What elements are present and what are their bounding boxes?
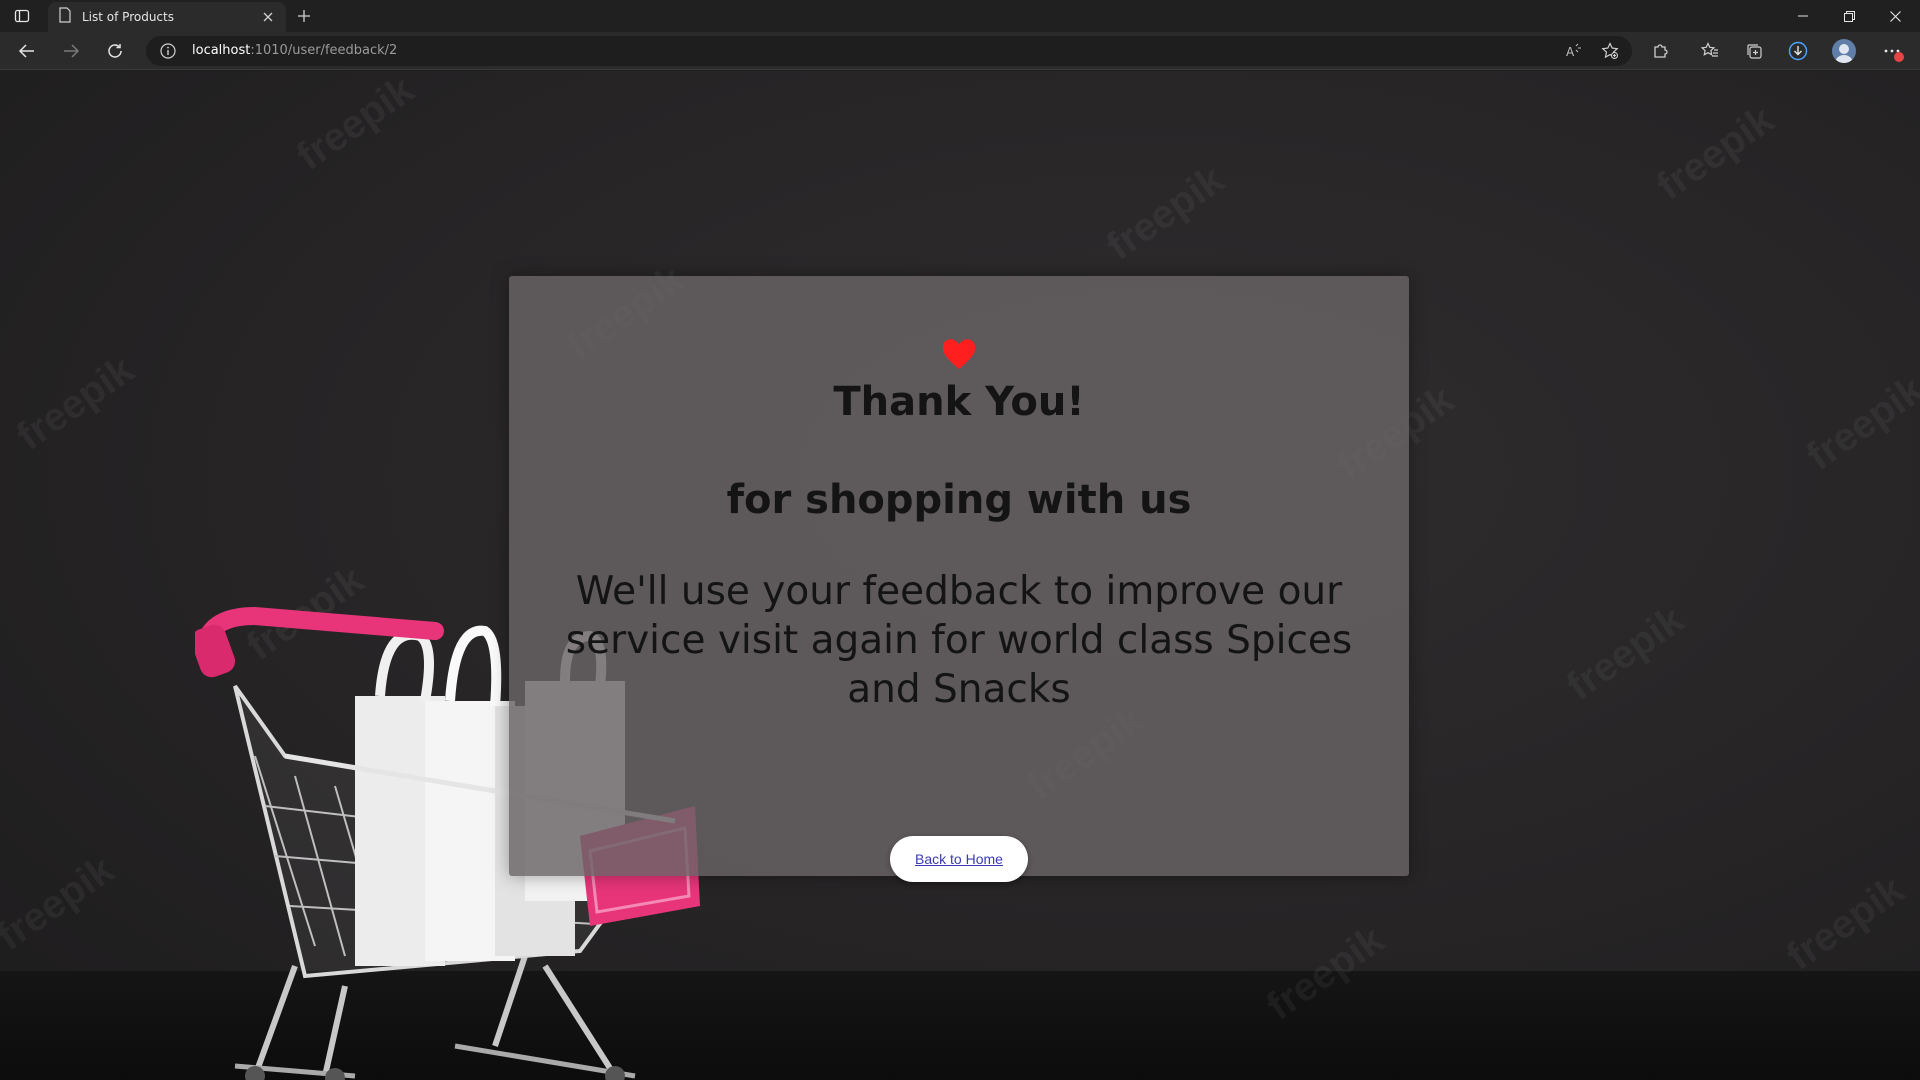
back-to-home-button[interactable]: Back to Home — [890, 836, 1028, 882]
avatar[interactable] — [1832, 39, 1856, 63]
watermark: freepik — [288, 71, 422, 179]
address-bar[interactable]: localhost:1010/user/feedback/2 A — [146, 36, 1632, 66]
heart-icon — [942, 339, 976, 369]
page-viewport: freepik freepik freepik freepik freepik … — [0, 71, 1920, 1080]
watermark: freepik — [1098, 157, 1232, 269]
watermark: freepik — [8, 347, 142, 459]
tab-title: List of Products — [82, 10, 174, 24]
thank-you-card: Thank You! for shopping with us We'll us… — [509, 276, 1409, 882]
feedback-message: We'll use your feedback to improve our s… — [565, 569, 1353, 712]
back-icon[interactable] — [15, 39, 39, 63]
plus-icon[interactable] — [294, 6, 314, 26]
forward-icon[interactable] — [59, 39, 83, 63]
watermark: freepik — [1558, 597, 1692, 709]
sidebar-toggle-icon[interactable] — [12, 6, 32, 26]
notification-badge — [1894, 52, 1904, 62]
collections-icon[interactable] — [1742, 39, 1766, 63]
extensions-icon[interactable] — [1649, 39, 1673, 63]
watermark: freepik — [0, 847, 122, 959]
page-icon — [58, 7, 72, 27]
subtitle: for shopping with us — [726, 477, 1192, 523]
favorites-icon[interactable] — [1698, 39, 1722, 63]
info-icon[interactable] — [160, 43, 176, 59]
restore-icon[interactable] — [1826, 0, 1872, 32]
refresh-icon[interactable] — [103, 39, 127, 63]
svg-text:A: A — [1566, 45, 1575, 59]
minimize-icon[interactable] — [1780, 0, 1826, 32]
read-aloud-icon[interactable]: A — [1564, 41, 1584, 61]
close-icon[interactable] — [260, 9, 276, 25]
downloads-icon[interactable] — [1786, 39, 1810, 63]
url-text[interactable]: localhost:1010/user/feedback/2 — [192, 43, 397, 58]
tab-bar: List of Products — [0, 0, 1920, 32]
url-path: :1010/user/feedback/2 — [250, 43, 398, 58]
page-title: Thank You! — [833, 379, 1085, 425]
browser-toolbar: localhost:1010/user/feedback/2 A — [0, 32, 1920, 70]
watermark: freepik — [1798, 367, 1920, 479]
watermark: freepik — [1778, 867, 1912, 979]
close-window-icon[interactable] — [1872, 0, 1918, 32]
favorite-add-icon[interactable] — [1600, 41, 1620, 61]
url-host: localhost — [192, 43, 251, 58]
browser-tab[interactable]: List of Products — [48, 2, 286, 32]
watermark: freepik — [1648, 97, 1782, 209]
